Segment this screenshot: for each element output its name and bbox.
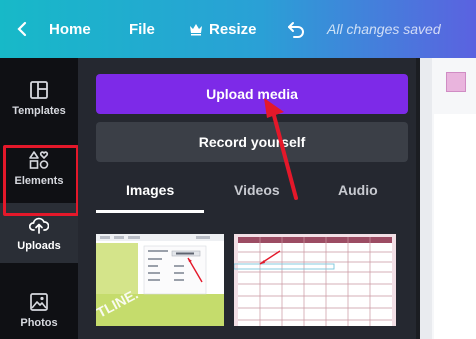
chevron-left-icon [17,21,27,37]
undo-button[interactable] [286,0,306,58]
design-page[interactable] [434,114,476,339]
thumbnail-preview-graphic [234,234,396,326]
upload-media-button[interactable]: Upload media [96,74,408,114]
tab-videos[interactable]: Videos [234,182,280,198]
active-tab-indicator [96,210,204,213]
home-button[interactable]: Home [49,0,91,58]
sidebar-item-label: Uploads [17,239,61,252]
sidebar-item-label: Templates [12,104,66,117]
sidebar-item-label: Photos [20,316,58,329]
photos-icon [30,292,48,311]
top-bar: Home File Resize All changes saved [0,0,476,58]
tab-audio[interactable]: Audio [338,182,378,198]
background-color-swatch[interactable] [446,72,466,92]
uploaded-image-thumbnail[interactable] [234,234,396,326]
record-yourself-button[interactable]: Record yourself [96,122,408,162]
sidebar-item-photos[interactable]: Photos [0,280,78,339]
sidebar-item-templates[interactable]: Templates [0,68,78,128]
thumbnail-preview-graphic: TLINE. [96,234,224,326]
crown-icon [190,24,202,36]
save-status: All changes saved [327,21,441,37]
templates-icon [30,80,48,99]
uploaded-image-thumbnail[interactable]: TLINE. [96,234,224,326]
uploads-highlight-box [3,145,79,216]
tab-images[interactable]: Images [126,182,174,198]
resize-button[interactable]: Resize [189,0,257,58]
resize-label: Resize [209,20,257,38]
back-button[interactable] [14,0,30,58]
upload-cloud-icon [29,217,49,234]
uploads-panel: Upload media Record yourself Images Vide… [78,58,420,339]
file-menu[interactable]: File [129,0,155,58]
design-canvas-area [420,58,476,339]
undo-icon [288,22,304,38]
